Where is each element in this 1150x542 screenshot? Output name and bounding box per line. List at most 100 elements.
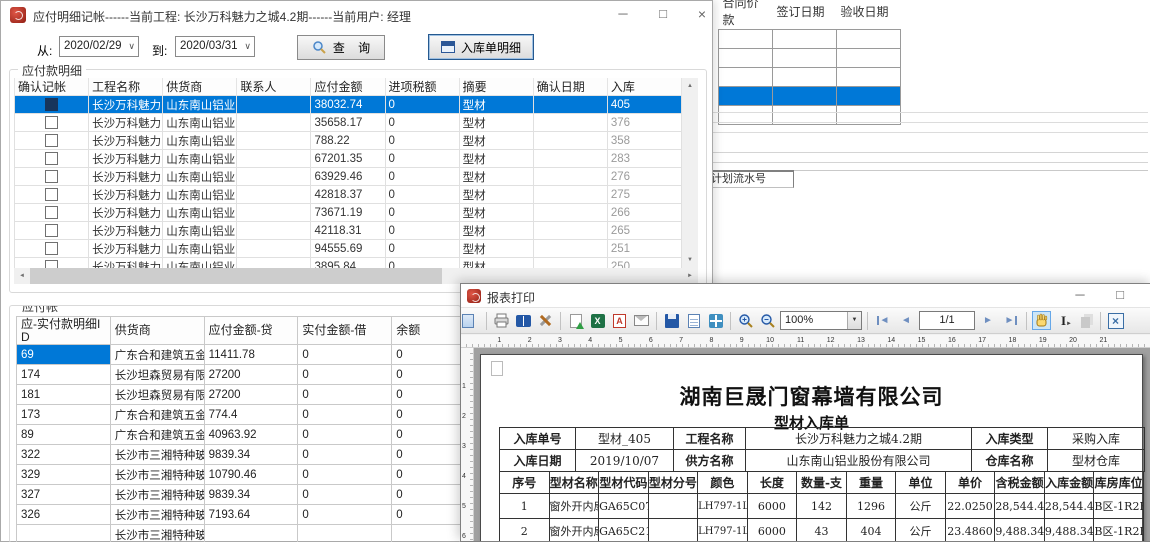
confirm-checkbox[interactable]: [45, 224, 58, 237]
zoom-out-icon[interactable]: [758, 311, 777, 330]
account-row[interactable]: 329 长沙市三湘特种玻璃有限公司 10790.46 0 0: [17, 465, 462, 485]
detail-row[interactable]: 长沙万科魅力... 山东南山铝业... 42118.31 0 型材 265: [15, 222, 682, 240]
detail-row[interactable]: 长沙万科魅力... 山东南山铝业... 35658.17 0 型材 376: [15, 114, 682, 132]
query-button[interactable]: 查 询: [297, 35, 385, 60]
last-page-icon[interactable]: ►: [1001, 315, 1021, 326]
chevron-down-icon[interactable]: ▼: [847, 312, 861, 329]
save-icon[interactable]: [662, 311, 681, 330]
account-row[interactable]: 173 广东合和建筑五金制品有限公司 774.4 0 0: [17, 405, 462, 425]
detail-column-header[interactable]: 确认记帐: [15, 78, 89, 96]
mail-icon[interactable]: [632, 311, 651, 330]
detail-row[interactable]: 长沙万科魅力... 山东南山铝业... 63929.46 0 型材 276: [15, 168, 682, 186]
preview-area[interactable]: 123456 湖南巨晟门窗幕墙有限公司 型材入库单 入库单号 型材_405 工程…: [461, 348, 1150, 542]
from-date-combobox[interactable]: 2020/02/29 ∨: [59, 36, 139, 57]
account-row[interactable]: 181 长沙坦森贸易有限公司 27200 0 0: [17, 385, 462, 405]
detail-column-header[interactable]: 确认日期: [533, 78, 607, 96]
cell-credit: 0: [298, 505, 392, 525]
detail-row[interactable]: 长沙万科魅力... 山东南山铝业... 94555.69 0 型材 251: [15, 240, 682, 258]
cell-inbound-no: 265: [607, 222, 681, 240]
archive-icon[interactable]: [706, 311, 725, 330]
scroll-down-icon[interactable]: ▼: [682, 252, 698, 268]
contract-row-selected[interactable]: [719, 87, 901, 106]
cell-confirm-date: [533, 186, 607, 204]
confirm-checkbox[interactable]: [45, 98, 58, 111]
account-column-header[interactable]: 应-实付款明细ID: [17, 317, 111, 345]
confirm-checkbox[interactable]: [45, 152, 58, 165]
detail-column-header[interactable]: 供货商: [163, 78, 237, 96]
export-icon[interactable]: [566, 311, 585, 330]
close-button[interactable]: ×: [685, 1, 719, 29]
pdf-export-icon[interactable]: A: [610, 311, 629, 330]
confirm-checkbox[interactable]: [45, 188, 58, 201]
account-row[interactable]: 长沙市三湘特种玻璃有限公司: [17, 525, 462, 542]
cell-debit: 27200: [204, 385, 298, 405]
account-row[interactable]: 327 长沙市三湘特种玻璃有限公司 9839.34 0 0: [17, 485, 462, 505]
maximize-button[interactable]: □: [1103, 284, 1137, 308]
account-row[interactable]: 326 长沙市三湘特种玻璃有限公司 7193.64 0 0: [17, 505, 462, 525]
detail-column-header[interactable]: 应付金额: [311, 78, 385, 96]
account-column-header[interactable]: 应付金额-贷: [204, 317, 298, 345]
account-row[interactable]: 174 长沙坦森贸易有限公司 27200 0 0: [17, 365, 462, 385]
confirm-checkbox[interactable]: [45, 242, 58, 255]
tools-icon[interactable]: [536, 311, 555, 330]
window-layout-icon[interactable]: [462, 311, 481, 330]
confirm-checkbox[interactable]: [45, 206, 58, 219]
zoom-in-icon[interactable]: [736, 311, 755, 330]
detail-column-header[interactable]: 联系人: [237, 78, 311, 96]
divider: [710, 152, 1148, 153]
book-icon[interactable]: [514, 311, 533, 330]
cell-supplier: 长沙市三湘特种玻璃有限公司: [110, 465, 204, 485]
first-page-icon[interactable]: ◄: [873, 315, 893, 326]
detail-row[interactable]: 长沙万科魅力... 山东南山铝业... 42818.37 0 型材 275: [15, 186, 682, 204]
app-icon: [10, 7, 26, 23]
cell-balance: 0: [392, 385, 461, 405]
detail-row[interactable]: 长沙万科魅力... 山东南山铝业... 38032.74 0 型材 405: [15, 96, 682, 114]
copy-icon[interactable]: [1076, 311, 1095, 330]
account-row[interactable]: 69 广东合和建筑五金制品有限公司 11411.78 0 0: [17, 345, 462, 365]
contract-row[interactable]: [719, 30, 901, 49]
close-button[interactable]: ×: [1143, 284, 1150, 308]
contract-row[interactable]: [719, 49, 901, 68]
account-row[interactable]: 322 长沙市三湘特种玻璃有限公司 9839.34 0 0: [17, 445, 462, 465]
chevron-down-icon[interactable]: ∨: [244, 37, 251, 56]
minimize-button[interactable]: ─: [606, 1, 640, 29]
print-icon[interactable]: [492, 311, 511, 330]
contract-row[interactable]: [719, 68, 901, 87]
hand-tool-icon[interactable]: [1032, 311, 1051, 330]
detail-row[interactable]: 长沙万科魅力... 山东南山铝业... 67201.35 0 型材 283: [15, 150, 682, 168]
account-column-header[interactable]: 实付金额-借: [298, 317, 392, 345]
vertical-scrollbar[interactable]: ▲ ▼: [682, 78, 698, 268]
detail-row[interactable]: 长沙万科魅力... 山东南山铝业... 73671.19 0 型材 266: [15, 204, 682, 222]
scroll-right-icon[interactable]: ►: [682, 268, 698, 284]
titlebar[interactable]: 报表打印 ─ □ ×: [461, 284, 1150, 308]
confirm-checkbox[interactable]: [45, 116, 58, 129]
detail-column-header[interactable]: 摘要: [459, 78, 533, 96]
inbound-detail-button[interactable]: 入库单明细: [428, 34, 534, 60]
account-row[interactable]: 89 广东合和建筑五金制品有限公司 40963.92 0 0: [17, 425, 462, 445]
prev-page-icon[interactable]: ◄: [896, 315, 916, 326]
excel-export-icon[interactable]: X: [588, 311, 607, 330]
account-column-header[interactable]: 供货商: [110, 317, 204, 345]
titlebar[interactable]: 应付明细记帐------当前工程: 长沙万科魅力之城4.2期------当前用户…: [1, 1, 712, 29]
detail-row[interactable]: 长沙万科魅力... 山东南山铝业... 788.22 0 型材 358: [15, 132, 682, 150]
confirm-checkbox[interactable]: [45, 170, 58, 183]
account-column-header[interactable]: 余额: [392, 317, 461, 345]
detail-column-header[interactable]: 进项税额: [385, 78, 459, 96]
next-page-icon[interactable]: ►: [978, 315, 998, 326]
text-select-icon[interactable]: I: [1054, 311, 1073, 330]
page-indicator[interactable]: 1/1: [919, 311, 975, 330]
scrollbar-thumb[interactable]: [30, 268, 442, 284]
minimize-button[interactable]: ─: [1063, 284, 1097, 308]
close-preview-icon[interactable]: ×: [1106, 311, 1125, 330]
scroll-left-icon[interactable]: ◄: [14, 268, 30, 284]
document-icon[interactable]: [684, 311, 703, 330]
chevron-down-icon[interactable]: ∨: [128, 37, 135, 56]
to-date-combobox[interactable]: 2020/03/31 ∨: [175, 36, 255, 57]
horizontal-scrollbar[interactable]: ◄ ►: [14, 268, 698, 284]
zoom-level-combobox[interactable]: 100% ▼: [780, 311, 862, 330]
detail-column-header[interactable]: 工程名称: [89, 78, 163, 96]
scroll-up-icon[interactable]: ▲: [682, 78, 698, 94]
confirm-checkbox[interactable]: [45, 134, 58, 147]
detail-column-header[interactable]: 入库: [607, 78, 681, 96]
maximize-button[interactable]: □: [646, 1, 680, 29]
